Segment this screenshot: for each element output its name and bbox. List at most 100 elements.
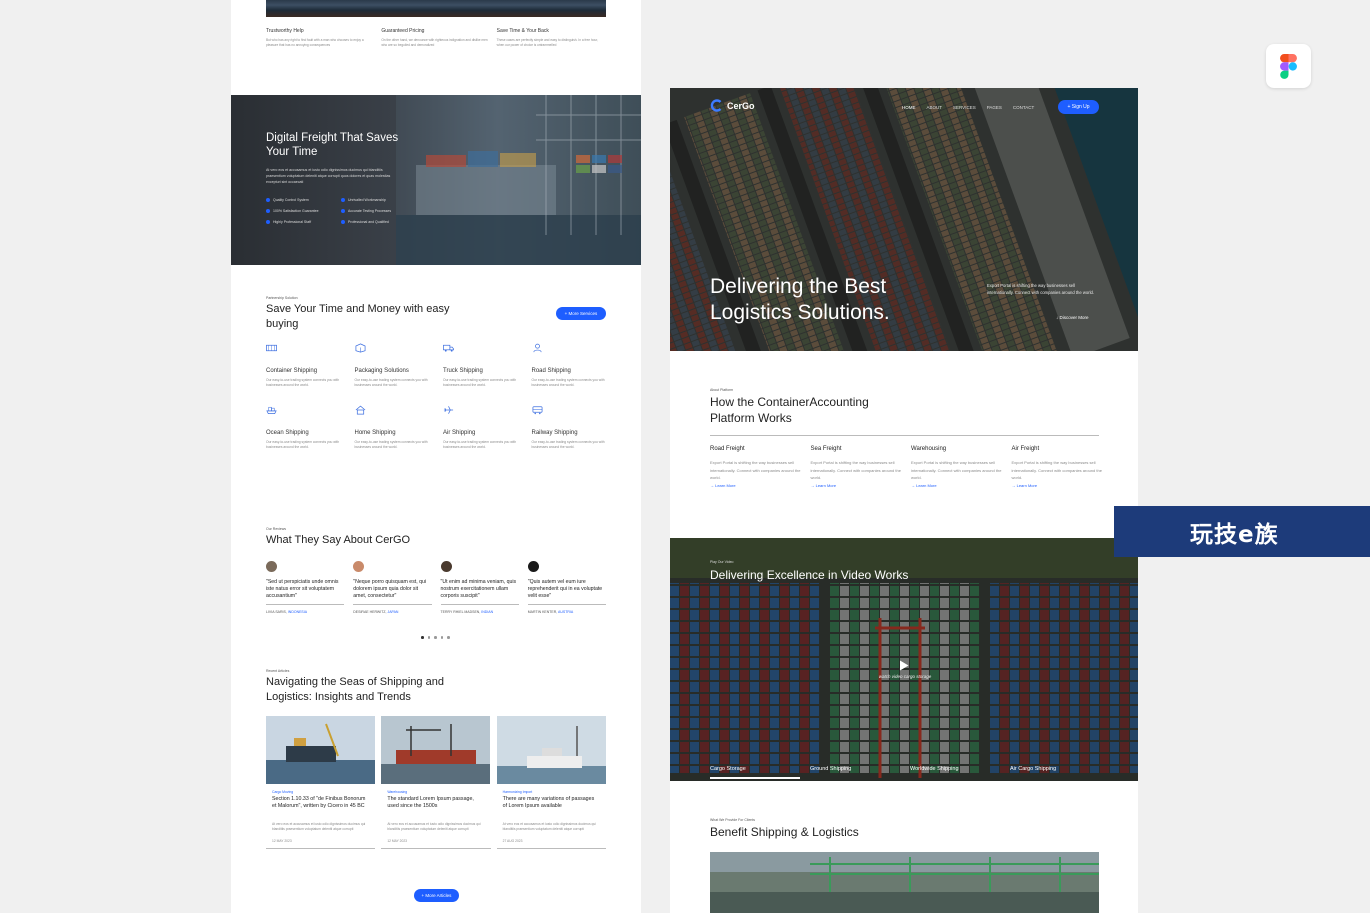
service-item[interactable]: Packaging Solutions Our easy-to-use trad…: [355, 343, 435, 389]
services-grid: Container Shipping Our easy-to-use tradi…: [266, 343, 611, 450]
service-item[interactable]: Container Shipping Our easy-to-use tradi…: [266, 343, 346, 389]
carousel-dot[interactable]: [421, 636, 424, 639]
service-item[interactable]: Ocean Shipping Our easy-to-use trading s…: [266, 405, 346, 451]
testimonials-eyebrow: Our Reviews: [266, 527, 287, 531]
services-eyebrow: Partnership Solution: [266, 296, 298, 300]
more-services-button[interactable]: + More Services: [556, 307, 606, 320]
tab-worldwide-shipping[interactable]: Worldwide Shipping: [910, 766, 1010, 772]
carousel-dot[interactable]: [440, 636, 443, 639]
top-features: Trustworthy Help But who has any right t…: [266, 28, 606, 48]
carousel-dot[interactable]: [447, 636, 450, 639]
divider: [381, 847, 491, 849]
service-item[interactable]: Air Shipping Our easy-to-use trading sys…: [443, 405, 523, 451]
service-text: Our easy-to-use trading system connects …: [354, 439, 428, 449]
right-page-preview: CerGo HOME ABOUT SERVICES PAGES CONTACT …: [670, 88, 1138, 913]
column-title: Warehousing: [911, 446, 947, 452]
feature-item: Trustworthy Help But who has any right t…: [266, 28, 375, 48]
check-label: Quality Control System: [273, 198, 309, 202]
top-image: [266, 0, 606, 17]
testimonials-row: "Sed ut perspiciatis unde omnis iste nat…: [266, 561, 606, 614]
article-card[interactable]: Warehousing The standard Lorem Ipsum pas…: [381, 716, 491, 849]
platform-column: Road Freight Export Portal is shifting t…: [710, 446, 801, 488]
column-title: Road Freight: [710, 446, 745, 452]
plane-icon: [443, 405, 454, 414]
platform-columns: Road Freight Export Portal is shifting t…: [710, 446, 1102, 488]
articles-row: Cargo Moving Section 1.10.33 of "de Fini…: [266, 716, 606, 849]
truck-icon: [443, 344, 454, 352]
brand-logo[interactable]: CerGo: [710, 99, 755, 112]
service-title: Railway Shipping: [531, 429, 578, 436]
learn-more-link[interactable]: → Learn More: [1012, 483, 1103, 488]
check-icon: [266, 220, 270, 224]
brand-name: CerGo: [727, 100, 755, 111]
learn-more-link[interactable]: → Learn More: [811, 483, 902, 488]
check-icon: [341, 198, 345, 202]
tab-cargo-storage[interactable]: Cargo Storage: [710, 766, 810, 772]
carousel-dot[interactable]: [427, 636, 430, 639]
reviewer-company: AUSTRIA: [558, 610, 574, 614]
service-title: Home Shipping: [354, 429, 396, 436]
article-card[interactable]: Cargo Moving Section 1.10.33 of "de Fini…: [266, 716, 376, 849]
testimonial-quote: "Neque porro quisquam est, qui dolorem i…: [353, 579, 432, 605]
nav-about[interactable]: ABOUT: [927, 105, 943, 110]
watermark-text: 玩技e族: [1190, 521, 1279, 548]
feature-text: On the other hand, we denounce with righ…: [381, 38, 488, 48]
nav-contact[interactable]: CONTACT: [1013, 105, 1034, 110]
platform-title: How the ContainerAccounting Platform Wor…: [710, 395, 869, 426]
tab-air-cargo-shipping[interactable]: Air Cargo Shipping: [1010, 766, 1110, 772]
port-cranes-image: [396, 95, 641, 265]
feature-text: But who has any right to find fault with…: [266, 38, 364, 48]
discover-more-link[interactable]: ↓ Discover More: [1056, 315, 1089, 320]
article-title: Section 1.10.33 of "de Finibus Bonorum e…: [272, 796, 366, 809]
service-title: Container Shipping: [266, 368, 318, 374]
service-text: Our easy-to-use trading system connects …: [266, 378, 340, 388]
check-icon: [266, 198, 270, 202]
figma-badge[interactable]: [1266, 44, 1311, 88]
service-item[interactable]: Railway Shipping Our easy-to-use trading…: [532, 405, 612, 451]
hero-side-text: Export Portal is shifting the way busine…: [987, 283, 1094, 296]
video-caption: watch video cargo storage: [878, 674, 932, 679]
service-text: Our easy-to-use trading system connects …: [531, 439, 605, 449]
column-text: Export Portal is shifting the way busine…: [911, 460, 1002, 481]
testimonial-quote: "Sed ut perspiciatis unde omnis iste nat…: [266, 579, 345, 605]
freight-hero: Digital Freight That Saves Your Time At …: [231, 95, 641, 265]
container-icon: [266, 344, 277, 352]
service-item[interactable]: Truck Shipping Our easy-to-use trading s…: [443, 343, 523, 389]
check-label: Highly Professional Staff: [273, 220, 312, 224]
left-page-preview: Trustworthy Help But who has any right t…: [231, 0, 641, 913]
sign-up-button[interactable]: + Sign Up: [1058, 100, 1099, 114]
more-articles-button[interactable]: + More Articles: [414, 889, 459, 902]
divider: [496, 847, 606, 849]
article-text: At vero eos et accusamus et iusto odio d…: [502, 822, 596, 832]
nav-pages[interactable]: PAGES: [987, 105, 1002, 110]
learn-more-link[interactable]: → Learn More: [911, 483, 1002, 488]
platform-column: Warehousing Export Portal is shifting th…: [911, 446, 1002, 488]
service-text: Our easy-to-use trading system connects …: [354, 378, 428, 388]
hero-checklist: Quality Control System Unrivalled Workma…: [266, 198, 416, 224]
testimonial-quote: "Quis autem vel eum iure reprehenderit q…: [527, 579, 606, 605]
testimonial-card: "Sed ut perspiciatis unde omnis iste nat…: [266, 561, 345, 614]
nav-services[interactable]: SERVICES: [953, 105, 976, 110]
play-icon: [900, 660, 909, 671]
reviewer-company: JAPAN: [387, 610, 399, 614]
check-icon: [266, 209, 270, 213]
article-card[interactable]: Harmonizing Import There are many variat…: [496, 716, 606, 849]
service-item[interactable]: Road Shipping Our easy-to-use trading sy…: [532, 343, 612, 389]
carousel-dot[interactable]: [434, 636, 437, 639]
hero-section: CerGo HOME ABOUT SERVICES PAGES CONTACT …: [670, 88, 1138, 351]
check-item: Professional and Qualified: [341, 220, 416, 224]
platform-column: Sea Freight Export Portal is shifting th…: [811, 446, 902, 488]
nav-home[interactable]: HOME: [902, 105, 916, 110]
article-category: Cargo Moving: [272, 790, 294, 794]
figma-icon: [1280, 53, 1297, 79]
box-icon: [355, 343, 365, 353]
service-item[interactable]: Home Shipping Our easy-to-use trading sy…: [355, 405, 435, 451]
check-icon: [341, 220, 345, 224]
reviewer-company: INDIAN: [481, 610, 494, 614]
learn-more-link[interactable]: → Learn More: [710, 483, 801, 488]
benefit-eyebrow: What We Provide For Clients: [710, 818, 756, 822]
testimonial-card: "Ut enim ad minima veniam, quis nostrum …: [440, 561, 519, 614]
tab-ground-shipping[interactable]: Ground Shipping: [810, 766, 910, 772]
main-nav: HOME ABOUT SERVICES PAGES CONTACT: [902, 105, 1034, 110]
article-image: [496, 716, 606, 784]
